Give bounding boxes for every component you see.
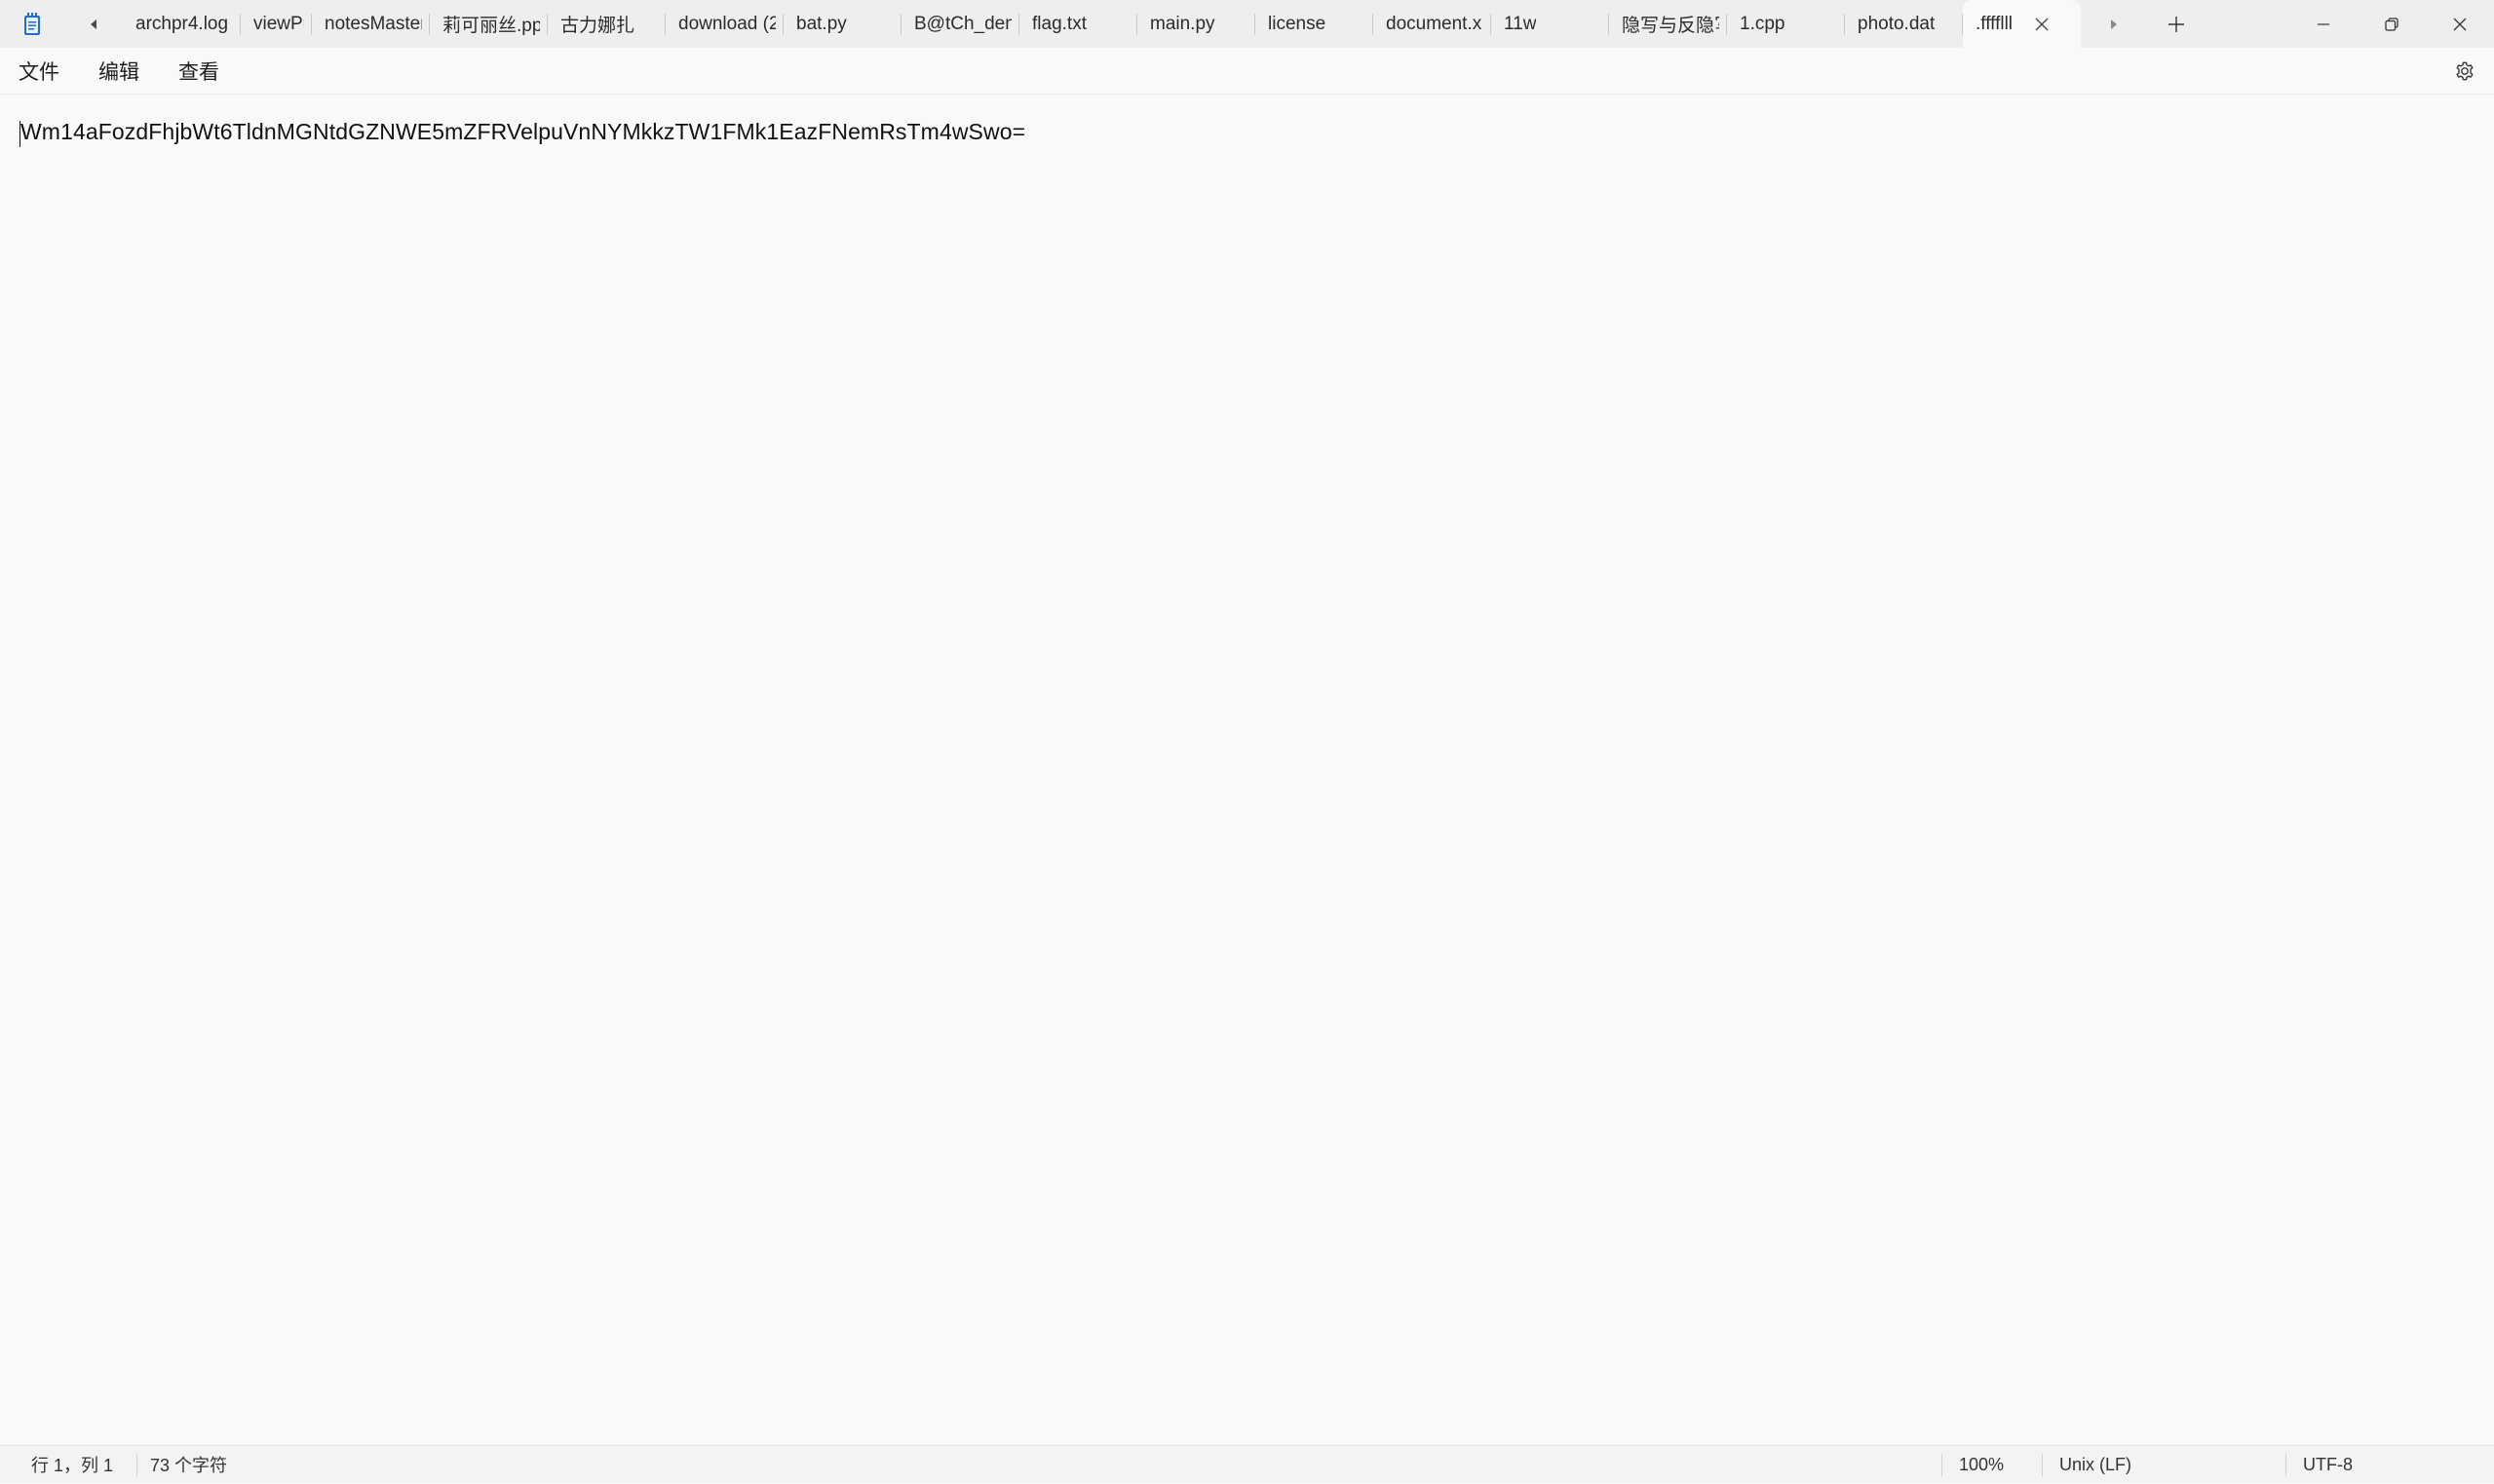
tab-label: download (2 <box>678 13 776 34</box>
tab-11w[interactable]: 11w <box>1491 0 1609 48</box>
menu-view[interactable]: 查看 <box>159 52 239 91</box>
menu-edit[interactable]: 编辑 <box>79 52 159 91</box>
gear-icon <box>2456 61 2474 80</box>
tab-steganography[interactable]: 隐写与反隐写 <box>1609 0 1727 48</box>
tab-label: flag.txt <box>1032 13 1087 34</box>
close-icon <box>2453 18 2467 30</box>
restore-button[interactable] <box>2358 0 2426 48</box>
tab-download[interactable]: download (2 <box>666 0 784 48</box>
menu-bar: 文件 编辑 查看 <box>0 48 2494 95</box>
tab-label: 莉可丽丝.pp <box>442 16 540 36</box>
tab-strip: archpr4.log viewProps.xı notesMaster 莉可丽… <box>123 0 2081 48</box>
tab-label: B@tCh_denc <box>914 13 1012 34</box>
character-count: 73 个字符 <box>136 1446 1941 1484</box>
status-bar: 行 1，列 1 73 个字符 100% Unix (LF) UTF-8 <box>0 1445 2494 1483</box>
cursor-position[interactable]: 行 1，列 1 <box>0 1446 136 1484</box>
tab-label: archpr4.log <box>135 13 229 34</box>
tab-scroll-right-button[interactable] <box>2081 0 2147 48</box>
minimize-button[interactable] <box>2289 0 2358 48</box>
plus-icon <box>2168 16 2184 32</box>
tab-label: 隐写与反隐写 <box>1622 16 1719 36</box>
tab-main-py[interactable]: main.py <box>1137 0 1255 48</box>
tab-1-cpp[interactable]: 1.cpp <box>1727 0 1845 48</box>
restore-icon <box>2385 17 2398 31</box>
tab-gulinazha[interactable]: 古力娜扎 <box>548 0 666 48</box>
tab-viewprops[interactable]: viewProps.xı <box>241 0 312 48</box>
tab-label: bat.py <box>796 13 847 34</box>
tab-archpr4-log[interactable]: archpr4.log <box>123 0 241 48</box>
tab-document[interactable]: document.xı <box>1373 0 1491 48</box>
close-tab-button[interactable] <box>2030 13 2053 36</box>
tab-label: main.py <box>1150 13 1215 34</box>
new-tab-button[interactable] <box>2147 0 2206 48</box>
text-editor-area[interactable]: Wm14aFozdFhjbWt6TldnMGNtdGZNWE5mZFRVelpu… <box>0 95 2494 1445</box>
tab-fffflll-active[interactable]: .fffflll <box>1963 0 2081 48</box>
close-window-button[interactable] <box>2426 0 2494 48</box>
zoom-level[interactable]: 100% <box>1941 1446 2042 1484</box>
caret-right-icon <box>2111 19 2117 29</box>
tab-label: 1.cpp <box>1740 13 1785 34</box>
title-bar: archpr4.log viewProps.xı notesMaster 莉可丽… <box>0 0 2494 48</box>
tab-label: viewProps.xı <box>253 13 304 34</box>
notepad-icon <box>0 0 64 48</box>
editor-line-1[interactable]: Wm14aFozdFhjbWt6TldnMGNtdGZNWE5mZFRVelpu… <box>20 119 1025 145</box>
line-ending[interactable]: Unix (LF) <box>2042 1446 2285 1484</box>
tab-photo-dat[interactable]: photo.dat <box>1845 0 1963 48</box>
tab-flag-txt[interactable]: flag.txt <box>1019 0 1137 48</box>
tab-label: license <box>1268 13 1326 34</box>
menu-file[interactable]: 文件 <box>0 52 79 91</box>
tab-label: photo.dat <box>1858 13 1936 34</box>
tab-label: 11w <box>1504 13 1537 34</box>
tab-notesmaster[interactable]: notesMaster <box>312 0 430 48</box>
encoding[interactable]: UTF-8 <box>2285 1446 2480 1484</box>
settings-button[interactable] <box>2436 48 2494 95</box>
window-controls <box>2289 0 2494 48</box>
tab-label: .fffflll <box>1976 13 2014 34</box>
caret-left-icon <box>91 19 96 29</box>
tab-label: 古力娜扎 <box>560 16 635 36</box>
tab-bat-py[interactable]: bat.py <box>784 0 902 48</box>
tab-scroll-left-button[interactable] <box>64 0 123 48</box>
minimize-icon <box>2318 22 2329 25</box>
tab-lycoris[interactable]: 莉可丽丝.pp <box>430 0 548 48</box>
tab-license[interactable]: license <box>1255 0 1373 48</box>
tab-label: document.xı <box>1386 13 1483 34</box>
tab-batch-denc[interactable]: B@tCh_denc <box>902 0 1019 48</box>
tab-label: notesMaster <box>325 13 422 34</box>
close-icon <box>2035 18 2049 30</box>
